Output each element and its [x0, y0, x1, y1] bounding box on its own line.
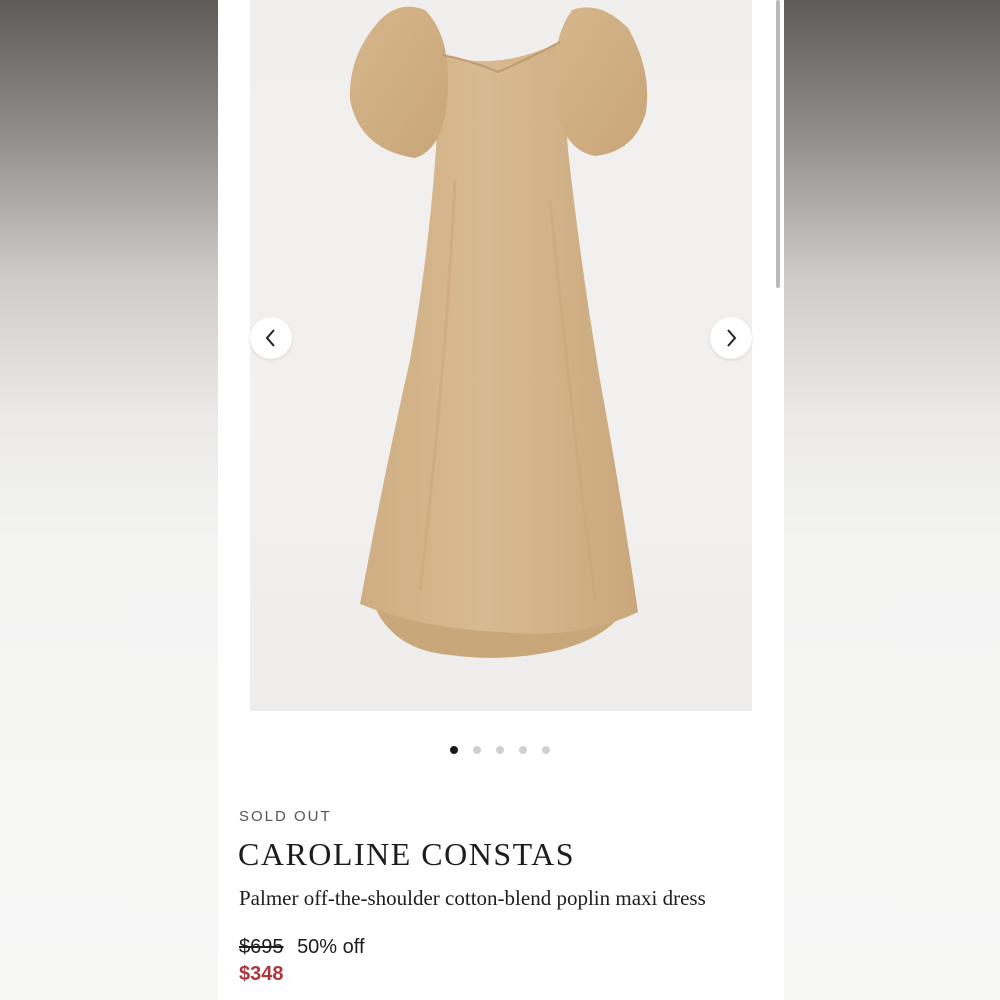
- scrollbar[interactable]: [776, 0, 780, 288]
- discount-label: 50% off: [297, 936, 365, 958]
- gallery-pagination: [450, 746, 550, 754]
- right-blurred-background: [784, 0, 1000, 1000]
- next-image-button[interactable]: [710, 317, 752, 359]
- gallery-dot[interactable]: [542, 746, 550, 754]
- dress-illustration: [349, 6, 648, 658]
- product-title: Palmer off-the-shoulder cotton-blend pop…: [239, 886, 706, 910]
- sale-price: $348: [239, 963, 284, 985]
- gallery-dot[interactable]: [519, 746, 527, 754]
- gallery-dot[interactable]: [473, 746, 481, 754]
- price-row: $695 50% off: [239, 936, 365, 959]
- original-price: $695: [239, 936, 284, 958]
- product-image[interactable]: [250, 0, 752, 711]
- gallery-dot[interactable]: [496, 746, 504, 754]
- brand-name[interactable]: CAROLINE CONSTAS: [238, 836, 575, 873]
- chevron-left-icon: [265, 329, 275, 347]
- product-page: SOLD OUT CAROLINE CONSTAS Palmer off-the…: [218, 0, 784, 1000]
- gallery-dot-active[interactable]: [450, 746, 458, 754]
- chevron-right-icon: [727, 329, 737, 347]
- stock-status: SOLD OUT: [239, 808, 332, 825]
- previous-image-button[interactable]: [250, 317, 292, 359]
- left-blurred-background: [0, 0, 218, 1000]
